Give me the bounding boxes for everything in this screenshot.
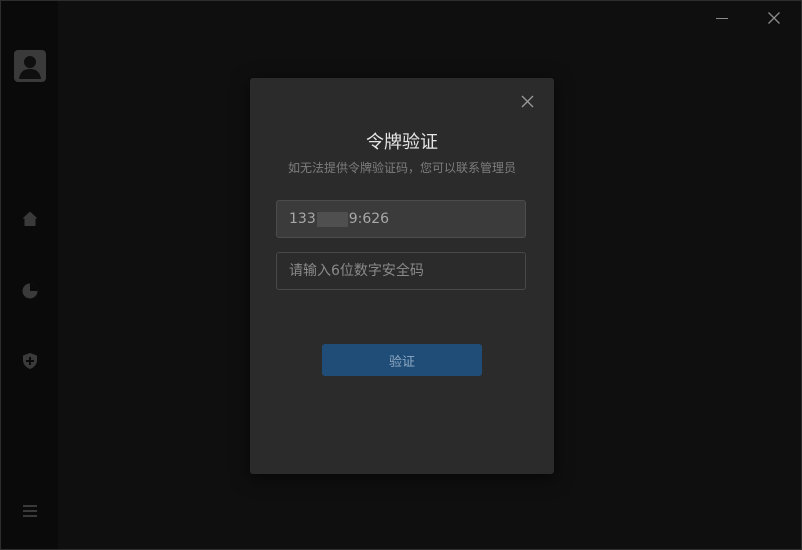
token-verify-dialog: 令牌验证 如无法提供令牌验证码，您可以联系管理员 133 9:626 验证 <box>250 78 554 474</box>
phone-suffix: 9:626 <box>348 211 390 227</box>
chart-icon <box>22 283 37 299</box>
app-window: 令牌验证 如无法提供令牌验证码，您可以联系管理员 133 9:626 验证 <box>0 0 802 550</box>
dialog-title: 令牌验证 <box>366 132 438 153</box>
verify-button[interactable]: 验证 <box>322 344 482 376</box>
user-avatar[interactable] <box>14 50 46 82</box>
sidebar-item-home[interactable] <box>1 199 58 239</box>
close-icon <box>521 95 533 107</box>
sidebar-menu-button[interactable] <box>1 491 58 531</box>
dialog-close-button[interactable] <box>518 92 536 110</box>
phone-mask <box>316 211 348 227</box>
shield-plus-icon <box>22 353 37 369</box>
sidebar-item-chart[interactable] <box>1 271 58 311</box>
dialog-subtitle: 如无法提供令牌验证码，您可以联系管理员 <box>287 161 516 175</box>
close-icon <box>768 12 780 24</box>
sidebar-item-security[interactable] <box>1 341 58 381</box>
sidebar <box>1 1 58 549</box>
window-close-button[interactable] <box>762 7 786 29</box>
user-avatar-icon <box>19 56 41 79</box>
security-code-input[interactable] <box>276 252 526 290</box>
home-icon <box>22 211 37 226</box>
menu-icon <box>22 505 37 517</box>
phone-prefix: 133 <box>289 211 316 227</box>
minimize-icon <box>716 18 728 19</box>
minimize-button[interactable] <box>710 7 734 29</box>
phone-field: 133 9:626 <box>276 200 526 238</box>
